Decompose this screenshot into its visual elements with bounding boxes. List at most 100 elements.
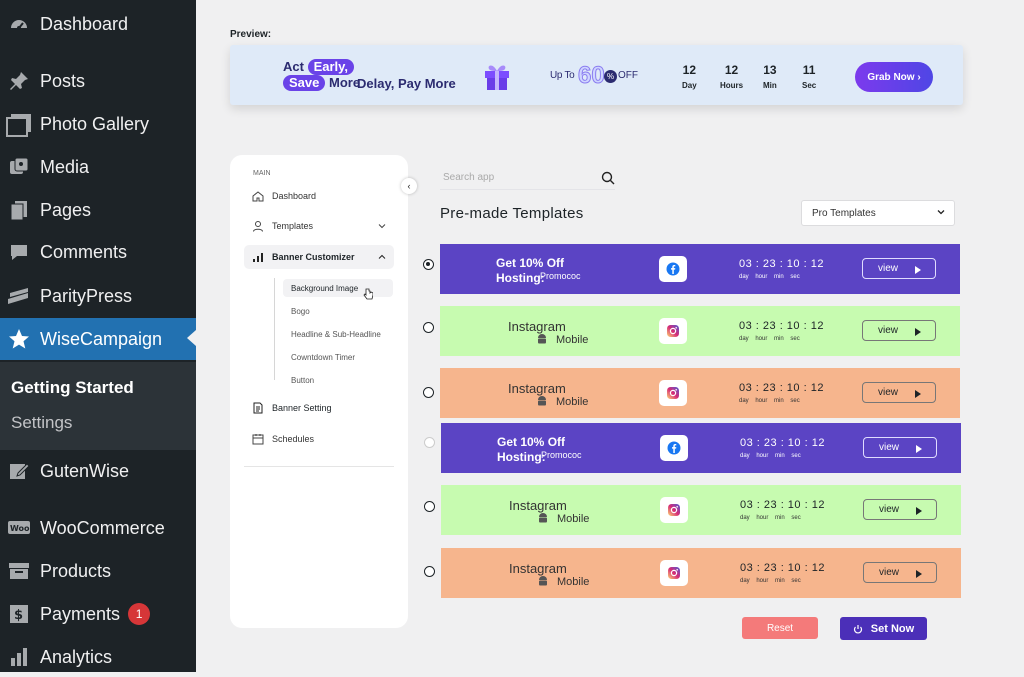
submenu-tree-line bbox=[274, 278, 275, 380]
set-now-label: Set Now bbox=[870, 622, 915, 635]
hand-cursor-icon bbox=[363, 288, 373, 300]
template-radio[interactable] bbox=[423, 387, 434, 398]
reset-button[interactable]: Reset bbox=[742, 617, 818, 639]
delay-text: Delay, Pay More bbox=[357, 76, 456, 91]
sidebar-item-pages[interactable]: Pages bbox=[0, 190, 196, 230]
act-text: Act bbox=[283, 59, 304, 74]
subitem-button[interactable]: Button bbox=[291, 376, 314, 385]
template-row[interactable]: Instagram Mobile 03 : 23 : 10 : 12 day hour… bbox=[441, 485, 961, 535]
view-button[interactable]: view bbox=[863, 562, 937, 583]
page-title: Pre-made Templates bbox=[440, 205, 584, 222]
template-row[interactable]: Instagram Mobile 03 : 23 : 10 : 12 day hour… bbox=[441, 548, 961, 598]
sidebar-item-woocommerce[interactable]: Woo WooCommerce bbox=[0, 508, 196, 548]
template-headline: Instagram bbox=[509, 498, 567, 513]
sidebar-item-photo-gallery[interactable]: Photo Gallery bbox=[0, 104, 196, 144]
collapse-panel-button[interactable]: ‹ bbox=[401, 178, 417, 194]
early-pill: Early, bbox=[307, 59, 355, 75]
grab-now-button[interactable]: Grab Now › bbox=[855, 62, 933, 92]
template-radio[interactable] bbox=[424, 437, 435, 448]
off-text: OFF bbox=[618, 70, 638, 81]
panel-item-schedules[interactable]: Schedules bbox=[252, 432, 314, 446]
archive-icon bbox=[6, 558, 32, 584]
sidebar-item-gutenwise[interactable]: GutenWise bbox=[0, 451, 196, 491]
view-label: view bbox=[878, 263, 899, 274]
gutenwise-icon bbox=[6, 458, 32, 484]
panel-item-dashboard[interactable]: Dashboard bbox=[252, 189, 316, 203]
template-radio[interactable] bbox=[424, 501, 435, 512]
template-radio[interactable] bbox=[423, 259, 434, 270]
template-row[interactable]: Get 10% Off Hosting: Promococ 03 : 23 : 10 … bbox=[440, 244, 960, 294]
calendar-icon bbox=[252, 434, 264, 445]
panel-item-templates[interactable]: Templates bbox=[252, 219, 386, 233]
countdown-min: 13 Min bbox=[763, 63, 777, 90]
play-icon bbox=[915, 266, 921, 274]
sidebar-item-payments[interactable]: $ Payments 1 bbox=[0, 594, 196, 634]
bar-chart-icon bbox=[253, 253, 263, 262]
countdown-units: day hour min sec bbox=[740, 453, 801, 459]
facebook-icon bbox=[659, 256, 687, 282]
svg-text:$: $ bbox=[14, 608, 23, 623]
play-icon bbox=[916, 507, 922, 515]
search-input[interactable]: Search app bbox=[440, 166, 615, 190]
template-row[interactable]: Instagram Mobile 03 : 23 : 10 : 12 day hour… bbox=[440, 306, 960, 356]
panel-item-banner-setting[interactable]: Banner Setting bbox=[252, 401, 332, 415]
instagram-icon bbox=[660, 497, 688, 523]
countdown-units: day hour min sec bbox=[739, 336, 800, 342]
template-row[interactable]: Get 10% Off Hosting: Promococ 03 : 23 : 10 … bbox=[441, 423, 961, 473]
search-icon[interactable] bbox=[601, 171, 615, 185]
panel-divider bbox=[244, 466, 394, 467]
sidebar-item-posts[interactable]: Posts bbox=[0, 61, 196, 101]
select-value: Pro Templates bbox=[812, 207, 876, 219]
sidebar-item-comments[interactable]: Comments bbox=[0, 232, 196, 272]
countdown-sec: 11 Sec bbox=[802, 63, 817, 90]
subitem-bogo[interactable]: Bogo bbox=[291, 307, 310, 316]
section-label: MAIN bbox=[253, 170, 271, 177]
sidebar-item-paritypress[interactable]: ParityPress bbox=[0, 276, 196, 316]
analytics-icon bbox=[6, 644, 32, 670]
set-now-button[interactable]: Set Now bbox=[840, 617, 927, 640]
wisecampaign-submenu: Getting Started Settings bbox=[0, 362, 196, 450]
sidebar-item-label: ParityPress bbox=[40, 285, 133, 306]
sidebar-item-products[interactable]: Products bbox=[0, 551, 196, 591]
instagram-icon bbox=[659, 380, 687, 406]
submenu-settings[interactable]: Settings bbox=[11, 413, 72, 433]
power-icon bbox=[853, 624, 862, 633]
subitem-background-image[interactable]: Background Image bbox=[291, 284, 358, 293]
panel-item-label: Dashboard bbox=[272, 191, 317, 201]
template-row[interactable]: Instagram Mobile 03 : 23 : 10 : 12 day hour… bbox=[440, 368, 960, 418]
template-countdown: 03 : 23 : 10 : 12 bbox=[740, 499, 825, 511]
view-button[interactable]: view bbox=[862, 320, 936, 341]
template-radio[interactable] bbox=[423, 322, 434, 333]
sidebar-item-wisecampaign[interactable]: WiseCampaign bbox=[0, 318, 196, 360]
discount-number: 60 bbox=[578, 62, 606, 90]
view-button[interactable]: view bbox=[862, 258, 936, 279]
sidebar-item-label: Dashboard bbox=[40, 13, 129, 34]
submenu-getting-started[interactable]: Getting Started bbox=[11, 378, 134, 398]
sidebar-item-label: Pages bbox=[40, 199, 92, 220]
preview-label: Preview: bbox=[230, 29, 272, 40]
view-label: view bbox=[878, 325, 899, 336]
promo-code: Promococ bbox=[540, 271, 581, 281]
view-button[interactable]: view bbox=[863, 499, 937, 520]
sidebar-item-media[interactable]: Media bbox=[0, 147, 196, 187]
panel-item-label: Templates bbox=[272, 221, 314, 231]
view-label: view bbox=[878, 387, 899, 398]
star-icon bbox=[6, 326, 32, 352]
instagram-icon bbox=[660, 560, 688, 586]
notification-badge: 1 bbox=[128, 603, 151, 625]
subitem-headline[interactable]: Headline & Sub-Headline bbox=[291, 330, 381, 339]
view-button[interactable]: view bbox=[862, 382, 936, 403]
sidebar-item-analytics[interactable]: Analytics bbox=[0, 637, 196, 677]
countdown-units: day hour min sec bbox=[740, 515, 801, 521]
more-text: More bbox=[329, 75, 361, 90]
sidebar-item-label: Comments bbox=[40, 241, 128, 262]
sidebar-item-dashboard[interactable]: Dashboard bbox=[0, 4, 196, 44]
sidebar-item-label: Payments bbox=[40, 603, 121, 624]
subitem-countdown-timer[interactable]: Cowntdown Timer bbox=[291, 353, 355, 362]
template-countdown: 03 : 23 : 10 : 12 bbox=[739, 320, 824, 332]
panel-item-banner-customizer[interactable]: Banner Customizer bbox=[252, 250, 386, 264]
template-type-select[interactable]: Pro Templates bbox=[801, 200, 955, 226]
template-radio[interactable] bbox=[424, 566, 435, 577]
view-button[interactable]: view bbox=[863, 437, 937, 458]
search-placeholder: Search app bbox=[443, 172, 495, 183]
